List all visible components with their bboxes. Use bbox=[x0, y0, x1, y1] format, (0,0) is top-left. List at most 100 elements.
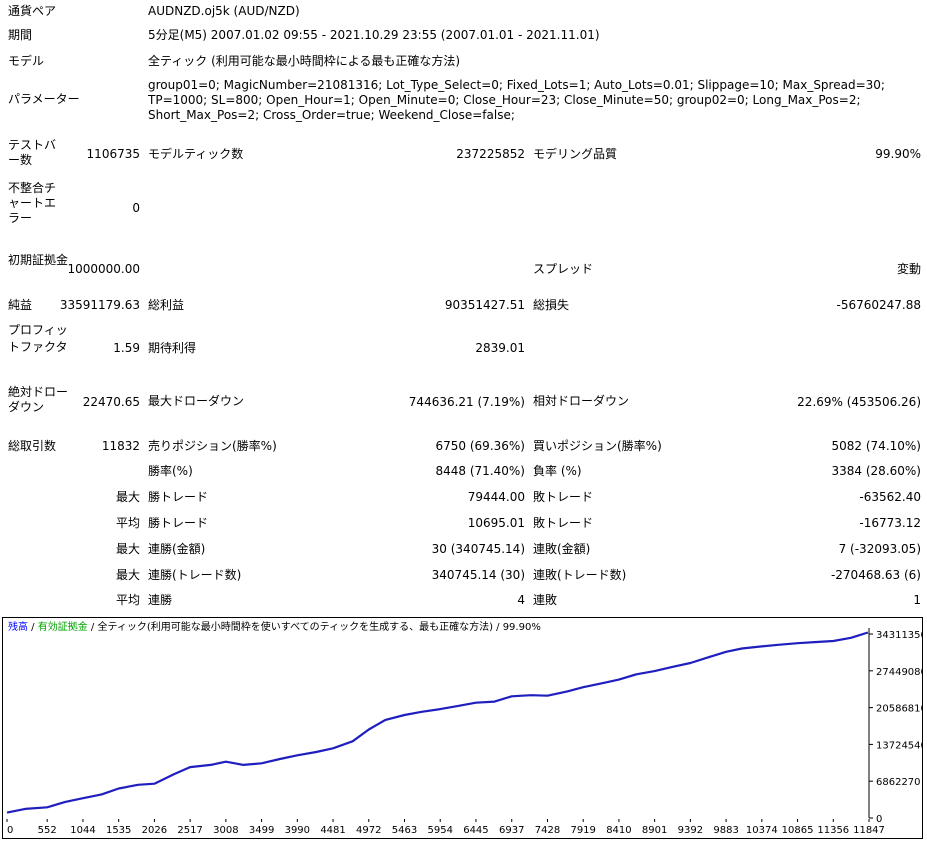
x-tick-label: 1044 bbox=[70, 825, 95, 836]
rel-dd-label: 相対ドローダウン bbox=[533, 394, 630, 408]
largest-win-label: 勝トレード bbox=[148, 490, 209, 504]
profit-factor-label: プロフィットファクタ bbox=[8, 323, 68, 354]
rel-dd-value: 22.69% (453506.26) bbox=[797, 395, 921, 409]
expected-payoff-label: 期待利得 bbox=[148, 341, 197, 355]
spread-value: 変動 bbox=[896, 262, 921, 276]
largest-prefix: 最大 bbox=[115, 490, 140, 504]
ticks-label: モデルティック数 bbox=[148, 147, 244, 161]
x-tick-label: 9883 bbox=[713, 825, 738, 836]
avg-consec-losses-label: 連敗 bbox=[533, 593, 558, 607]
x-tick-label: 2026 bbox=[142, 825, 167, 836]
x-tick-label: 1535 bbox=[106, 825, 131, 836]
long-pos-label: 買いポジション(勝率%) bbox=[533, 439, 662, 453]
total-trades-label: 総取引数 bbox=[8, 439, 57, 453]
y-tick-label: 34311350 bbox=[876, 630, 922, 641]
balance-chart: 残高 / 有効証拠金 / 全ティック(利用可能な最小時間枠を使いすべてのティック… bbox=[2, 617, 923, 839]
period-value: 5分足(M5) 2007.01.02 09:55 - 2021.10.29 23… bbox=[148, 28, 600, 42]
avg-consec-losses-value: 1 bbox=[913, 593, 921, 607]
x-tick-label: 10374 bbox=[746, 825, 778, 836]
avg-consec-prefix: 平均 bbox=[115, 593, 140, 607]
x-tick-label: 552 bbox=[38, 825, 57, 836]
quality-value: 99.90% bbox=[875, 147, 921, 161]
loss-rate-value: 3384 (28.60%) bbox=[831, 464, 921, 478]
symbol-value: AUDNZD.oj5k (AUD/NZD) bbox=[148, 4, 300, 18]
spread-label: スプレッド bbox=[533, 262, 594, 276]
max-consec-wins-money-label: 連勝(金額) bbox=[148, 542, 206, 556]
model-value: 全ティック (利用可能な最小時間枠による最も正確な方法) bbox=[148, 54, 461, 68]
bars-label: テストバー数 bbox=[8, 138, 57, 167]
max-consec-losses-count-value: -270468.63 (6) bbox=[830, 568, 921, 582]
quality-label: モデリング品質 bbox=[533, 147, 618, 161]
max-dd-label: 最大ドローダウン bbox=[148, 394, 245, 408]
x-tick-label: 5954 bbox=[427, 825, 452, 836]
x-tick-label: 8410 bbox=[606, 825, 631, 836]
mismatch-value: 0 bbox=[132, 201, 140, 215]
largest-win-value: 79444.00 bbox=[467, 490, 525, 504]
gross-profit-label: 総利益 bbox=[148, 298, 185, 312]
gross-loss-value: -56760247.88 bbox=[836, 298, 922, 312]
x-tick-label: 4481 bbox=[320, 825, 345, 836]
short-pos-label: 売りポジション(勝率%) bbox=[148, 439, 277, 453]
avg-win-value: 10695.01 bbox=[467, 516, 525, 530]
profit-factor-value: 1.59 bbox=[113, 341, 140, 355]
x-tick-label: 3008 bbox=[213, 825, 238, 836]
y-tick-label: 0 bbox=[876, 814, 882, 825]
avg-consec-wins-value: 4 bbox=[517, 593, 525, 607]
long-pos-value: 5082 (74.10%) bbox=[831, 439, 921, 453]
period-label: 期間 bbox=[8, 28, 33, 42]
max-consec-losses-count-label: 連敗(トレード数) bbox=[533, 568, 627, 582]
net-profit-label: 純益 bbox=[8, 298, 33, 312]
max-consec-wins-money-value: 30 (340745.14) bbox=[431, 542, 525, 556]
gross-loss-label: 総損失 bbox=[533, 298, 570, 312]
x-tick-label: 5463 bbox=[392, 825, 417, 836]
x-tick-label: 11847 bbox=[853, 825, 885, 836]
x-tick-label: 10865 bbox=[782, 825, 814, 836]
x-tick-label: 9392 bbox=[678, 825, 703, 836]
deposit-label: 初期証拠金 bbox=[8, 253, 69, 267]
y-tick-label: 6862270 bbox=[876, 777, 921, 788]
y-tick-label: 13724540 bbox=[876, 740, 922, 751]
bars-value: 1106735 bbox=[86, 147, 140, 161]
x-tick-label: 0 bbox=[7, 825, 13, 836]
total-trades-value: 11832 bbox=[101, 439, 140, 453]
x-tick-label: 7919 bbox=[570, 825, 595, 836]
symbol-label: 通貨ペア bbox=[8, 4, 57, 18]
loss-rate-label: 負率 (%) bbox=[533, 464, 582, 478]
deposit-value: 1000000.00 bbox=[67, 262, 140, 276]
avg-loss-value: -16773.12 bbox=[859, 516, 921, 530]
gross-profit-value: 90351427.51 bbox=[444, 298, 525, 312]
largest-loss-label: 敗トレード bbox=[533, 490, 594, 504]
max-consec-losses-money-label: 連敗(金額) bbox=[533, 542, 591, 556]
x-tick-label: 7428 bbox=[535, 825, 560, 836]
max-consec-count-prefix: 最大 bbox=[115, 568, 140, 582]
x-tick-label: 8901 bbox=[642, 825, 667, 836]
max-consec-losses-money-value: 7 (-32093.05) bbox=[838, 542, 921, 556]
net-profit-value: 33591179.63 bbox=[59, 298, 140, 312]
params-value: group01=0; MagicNumber=21081316; Lot_Typ… bbox=[148, 78, 885, 122]
params-label: パラメーター bbox=[8, 92, 80, 106]
avg-loss-label: 敗トレード bbox=[533, 516, 594, 530]
abs-dd-value: 22470.65 bbox=[82, 395, 140, 409]
ticks-value: 237225852 bbox=[456, 147, 525, 161]
y-tick-label: 27449080 bbox=[876, 667, 922, 678]
x-tick-label: 3499 bbox=[249, 825, 274, 836]
win-rate-value: 8448 (71.40%) bbox=[435, 464, 525, 478]
x-tick-label: 4972 bbox=[356, 825, 381, 836]
win-rate-label: 勝率(%) bbox=[148, 464, 193, 478]
avg-win-label: 勝トレード bbox=[148, 516, 209, 530]
y-tick-label: 20586810 bbox=[876, 704, 922, 715]
short-pos-value: 6750 (69.36%) bbox=[435, 439, 525, 453]
mismatch-label: 不整合チャートエラー bbox=[8, 181, 57, 225]
max-consec-wins-count-label: 連勝(トレード数) bbox=[148, 568, 242, 582]
expected-payoff-value: 2839.01 bbox=[475, 341, 525, 355]
x-tick-label: 6937 bbox=[499, 825, 524, 836]
average-prefix: 平均 bbox=[115, 516, 140, 530]
model-label: モデル bbox=[8, 54, 45, 68]
x-tick-label: 11356 bbox=[817, 825, 849, 836]
x-tick-label: 2517 bbox=[177, 825, 202, 836]
max-consec-wins-count-value: 340745.14 (30) bbox=[431, 568, 525, 582]
avg-consec-wins-label: 連勝 bbox=[148, 593, 173, 607]
balance-series-line bbox=[6, 631, 869, 814]
chart-svg: 0 6862270 13724540 20586810 27449080 34311350… bbox=[6, 628, 922, 836]
largest-loss-value: -63562.40 bbox=[859, 490, 921, 504]
